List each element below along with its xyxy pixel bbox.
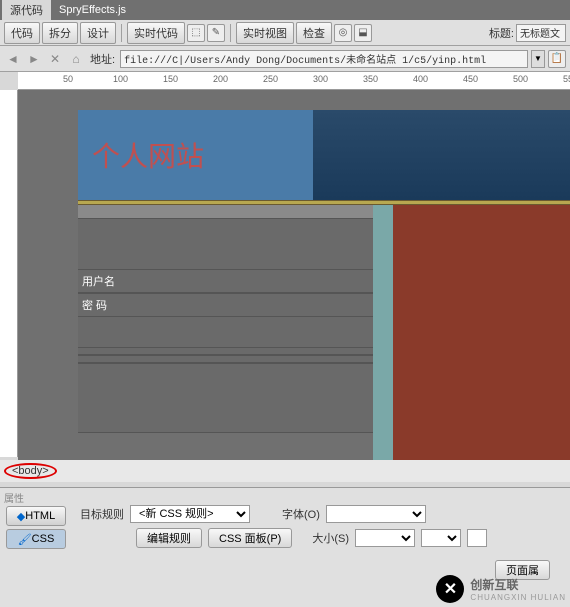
- split-view-button[interactable]: 拆分: [42, 22, 78, 44]
- color-swatch[interactable]: [467, 529, 487, 547]
- mid-column: [373, 205, 393, 460]
- stop-icon[interactable]: ✕: [46, 50, 64, 68]
- home-icon[interactable]: ⌂: [67, 50, 85, 68]
- view-toolbar: 代码 拆分 设计 实时代码 ⬚ ✎ 实时视图 检查 ◎ ⬓ 标题:: [0, 20, 570, 46]
- header-banner[interactable]: 个人网站: [78, 110, 570, 200]
- vertical-ruler: [0, 90, 18, 457]
- font-label: 字体(O): [282, 506, 320, 522]
- back-icon[interactable]: ◄: [4, 50, 22, 68]
- code-view-button[interactable]: 代码: [4, 22, 40, 44]
- tool-icon-1[interactable]: ⬚: [187, 24, 205, 42]
- watermark-text: 创新互联: [470, 576, 566, 593]
- html-tab[interactable]: ◆HTML: [6, 506, 66, 526]
- banner-image[interactable]: [313, 110, 570, 200]
- watermark-logo-icon: ✕: [436, 575, 464, 603]
- document-tabs: 源代码 SpryEffects.js: [0, 0, 570, 20]
- tab-source[interactable]: 源代码: [2, 0, 51, 20]
- size-select[interactable]: [355, 529, 415, 547]
- css-tab[interactable]: 🖌CSS: [6, 529, 66, 549]
- body-tag-selector[interactable]: <body>: [4, 463, 57, 479]
- site-title: 个人网站: [92, 135, 204, 175]
- size-unit-select[interactable]: [421, 529, 461, 547]
- banner-title-cell[interactable]: 个人网站: [78, 110, 313, 200]
- username-row[interactable]: 用户名: [78, 269, 373, 293]
- forward-icon[interactable]: ►: [25, 50, 43, 68]
- tool-icon-2[interactable]: ✎: [207, 24, 225, 42]
- live-code-button[interactable]: 实时代码: [127, 22, 185, 44]
- font-select[interactable]: [326, 505, 426, 523]
- title-input[interactable]: [516, 24, 566, 42]
- right-column[interactable]: [393, 205, 570, 460]
- watermark-sub: CHUANGXIN HULIAN: [470, 593, 566, 602]
- title-label: 标题:: [489, 25, 514, 41]
- watermark: ✕ 创新互联 CHUANGXIN HULIAN: [436, 575, 566, 603]
- live-view-button[interactable]: 实时视图: [236, 22, 294, 44]
- size-label: 大小(S): [312, 530, 349, 546]
- tool-icon-3[interactable]: ◎: [334, 24, 352, 42]
- separator: [121, 24, 122, 42]
- design-view-button[interactable]: 设计: [80, 22, 116, 44]
- address-label: 地址:: [90, 51, 115, 67]
- page-body[interactable]: 个人网站 用户名 密 码: [78, 110, 570, 460]
- browse-icon[interactable]: 📋: [548, 50, 566, 68]
- design-canvas[interactable]: 个人网站 用户名 密 码: [18, 90, 570, 460]
- address-dropdown-icon[interactable]: ▼: [531, 50, 545, 68]
- left-column[interactable]: 用户名 密 码: [78, 205, 373, 460]
- password-row[interactable]: 密 码: [78, 293, 373, 317]
- panel-title: 属性: [4, 490, 24, 505]
- target-rule-label: 目标规则: [80, 506, 124, 522]
- target-rule-select[interactable]: <新 CSS 规则>: [130, 505, 250, 523]
- tool-icon-4[interactable]: ⬓: [354, 24, 372, 42]
- horizontal-ruler: 50 100 150 200 250 300 350 400 450 500 5…: [18, 72, 570, 90]
- edit-rule-button[interactable]: 编辑规则: [136, 528, 202, 548]
- address-input[interactable]: [120, 50, 528, 68]
- address-toolbar: ◄ ► ✕ ⌂ 地址: ▼ 📋: [0, 46, 570, 72]
- tab-file[interactable]: SpryEffects.js: [51, 2, 134, 18]
- separator: [230, 24, 231, 42]
- css-panel-button[interactable]: CSS 面板(P): [208, 528, 292, 548]
- inspect-button[interactable]: 检查: [296, 22, 332, 44]
- tag-selector-bar: <body>: [0, 460, 570, 482]
